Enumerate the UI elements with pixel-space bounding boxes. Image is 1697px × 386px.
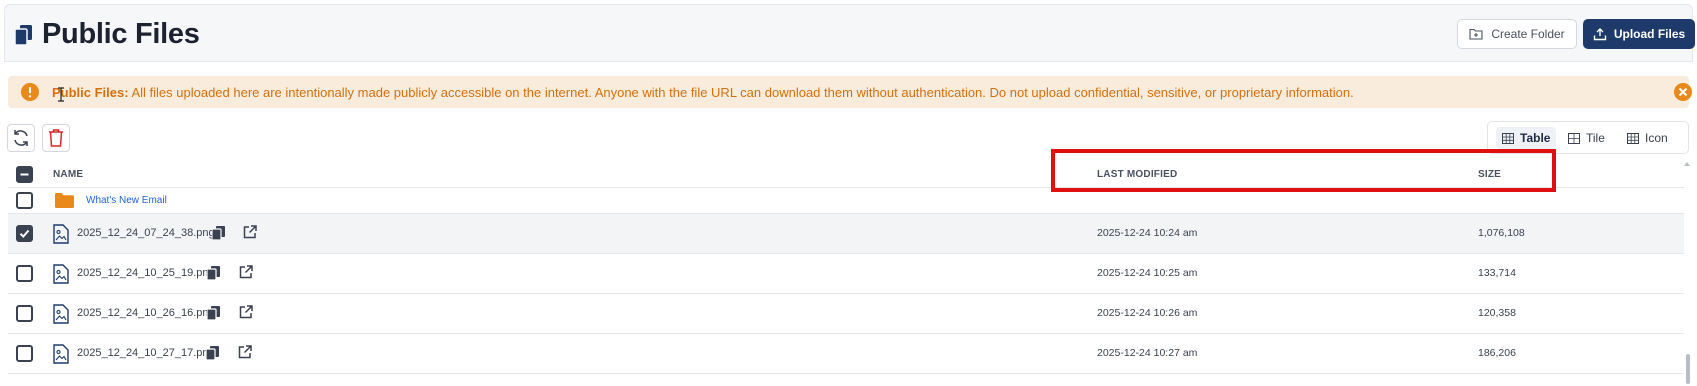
delete-button[interactable] [42, 124, 70, 152]
view-option-label: Tile [1586, 131, 1605, 145]
refresh-button[interactable] [7, 124, 35, 152]
page-header: Public Files Create Folder Upload Files [4, 4, 1695, 62]
public-files-page: Public Files Create Folder Upload Files … [0, 0, 1697, 386]
file-name[interactable]: 2025_12_24_10_27_17.png [77, 347, 215, 359]
text-cursor-icon [58, 87, 64, 102]
folder-icon [55, 193, 74, 208]
view-option-table[interactable]: Table [1496, 127, 1557, 149]
table-icon [1502, 132, 1514, 144]
upload-icon [1593, 28, 1607, 41]
warning-icon [21, 83, 39, 101]
trash-icon [49, 129, 63, 147]
tile-icon [1568, 132, 1580, 144]
table-row[interactable]: 2025_12_24_10_27_17.png 2025-12-24 10:27… [8, 334, 1684, 374]
copy-url-icon[interactable] [207, 306, 220, 320]
create-folder-button[interactable]: Create Folder [1457, 19, 1577, 49]
copy-files-icon [15, 25, 32, 45]
folder-plus-icon [1469, 28, 1483, 40]
view-option-tile[interactable]: Tile [1562, 127, 1611, 149]
image-file-icon [53, 264, 69, 284]
refresh-icon [14, 130, 28, 146]
highlight-box [1051, 149, 1556, 192]
view-option-label: Table [1520, 131, 1551, 145]
last-modified: 2025-12-24 10:25 am [1097, 267, 1198, 279]
scroll-up-icon[interactable] [1683, 160, 1691, 168]
external-link-icon[interactable] [239, 305, 253, 319]
file-name[interactable]: 2025_12_24_10_25_19.png [77, 267, 215, 279]
scrollbar-thumb[interactable] [1686, 354, 1690, 384]
banner-body: All files uploaded here are intentionall… [128, 85, 1354, 100]
last-modified: 2025-12-24 10:26 am [1097, 307, 1198, 319]
copy-url-icon[interactable] [212, 226, 225, 240]
public-warning-banner: Public Files: All files uploaded here ar… [8, 76, 1692, 108]
file-size: 120,358 [1478, 307, 1516, 319]
files-table: NAME LAST MODIFIED SIZE What's New Email [8, 160, 1684, 386]
table-row[interactable]: 2025_12_24_07_24_38.png 2025-12-24 10:24… [8, 214, 1684, 254]
grid-icon [1627, 132, 1639, 144]
view-option-icon[interactable]: Icon [1621, 127, 1674, 149]
select-all-checkbox[interactable] [16, 166, 33, 183]
copy-url-icon[interactable] [207, 266, 220, 280]
external-link-icon[interactable] [238, 345, 252, 359]
banner-message: Public Files: All files uploaded here ar… [52, 85, 1354, 100]
upload-files-label: Upload Files [1613, 27, 1686, 41]
last-modified: 2025-12-24 10:27 am [1097, 347, 1198, 359]
last-modified: 2025-12-24 10:24 am [1097, 227, 1198, 239]
table-row[interactable]: 2025_12_24_10_26_16.png 2025-12-24 10:26… [8, 294, 1684, 334]
upload-files-button[interactable]: Upload Files [1583, 19, 1695, 49]
external-link-icon[interactable] [239, 265, 253, 279]
column-header-name[interactable]: NAME [53, 169, 83, 180]
create-folder-label: Create Folder [1491, 27, 1565, 41]
page-title: Public Files [42, 18, 200, 50]
row-checkbox[interactable] [16, 345, 33, 362]
minus-icon [20, 173, 29, 176]
row-checkbox[interactable] [16, 225, 33, 242]
image-file-icon [53, 344, 69, 364]
table-row[interactable]: 2025_12_24_10_25_19.png 2025-12-24 10:25… [8, 254, 1684, 294]
image-file-icon [53, 224, 69, 244]
file-name[interactable]: 2025_12_24_07_24_38.png [77, 227, 215, 239]
image-file-icon [53, 304, 69, 324]
row-checkbox[interactable] [16, 305, 33, 322]
row-checkbox[interactable] [16, 265, 33, 282]
check-icon [19, 229, 30, 238]
file-name[interactable]: 2025_12_24_10_26_16.png [77, 307, 215, 319]
file-size: 133,714 [1478, 267, 1516, 279]
view-option-label: Icon [1645, 131, 1668, 145]
row-checkbox[interactable] [16, 192, 33, 209]
folder-link[interactable]: What's New Email [86, 195, 167, 206]
copy-url-icon[interactable] [206, 346, 219, 360]
file-size: 186,206 [1478, 347, 1516, 359]
file-size: 1,076,108 [1478, 227, 1525, 239]
close-icon[interactable] [1674, 83, 1692, 101]
external-link-icon[interactable] [243, 225, 257, 239]
